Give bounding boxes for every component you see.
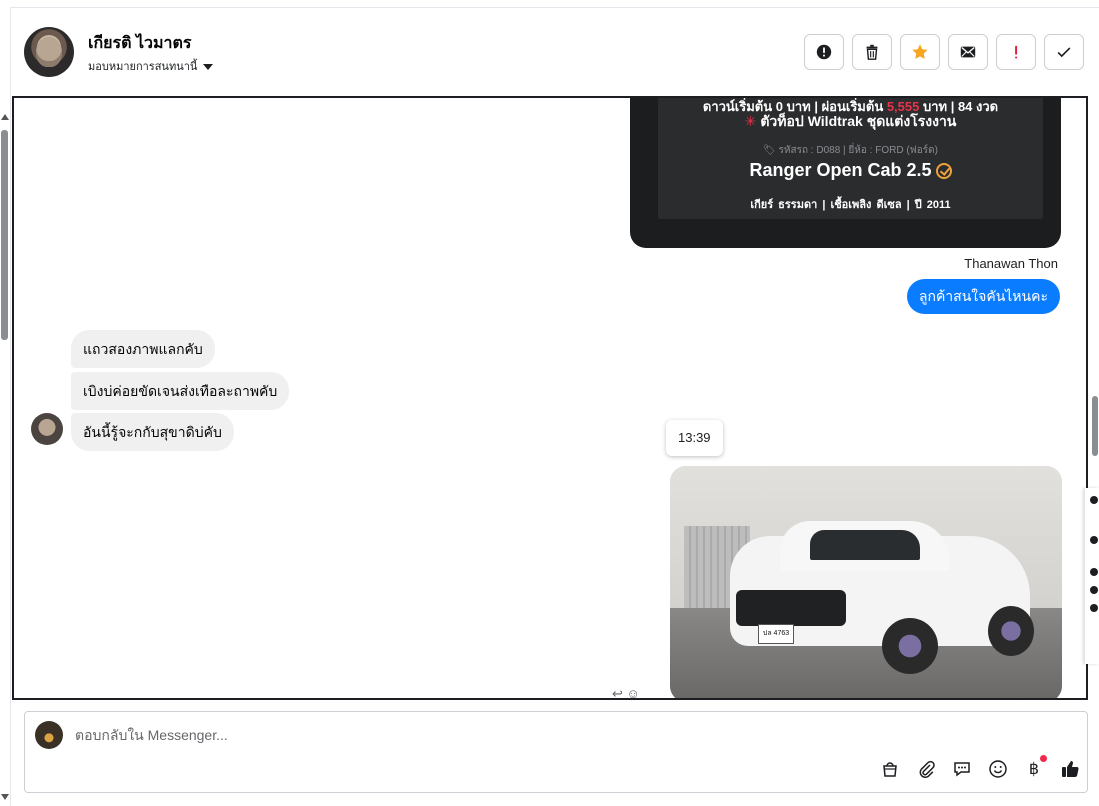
follow-up-button[interactable]: [996, 34, 1036, 70]
mark-unread-button[interactable]: [948, 34, 988, 70]
card-specs-line: เกียร์ ธรรมดา | เชื้อเพลิง ดีเซล | ปี 20…: [750, 199, 951, 211]
caret-down-icon: [203, 63, 214, 70]
car-listing-image[interactable]: ดาวน์เริ่มต้น 0 บาท | ผ่อนเริ่มต้น 5,555…: [630, 98, 1061, 248]
timestamp-tooltip: 13:39: [666, 420, 723, 456]
composer-tools: ฿: [879, 755, 1081, 780]
paperclip-icon: [919, 760, 935, 779]
shop-button[interactable]: [879, 758, 901, 780]
sender-avatar[interactable]: [31, 413, 63, 445]
card-model-text: Ranger Open Cab 2.5: [749, 160, 932, 180]
side-panel-icon[interactable]: [1090, 604, 1098, 612]
license-plate: ปล 4763: [758, 624, 794, 644]
chat-bubble-icon: [954, 762, 970, 777]
incoming-message[interactable]: อันนี้รู้จะกกับสุขาดิบ่คับ: [71, 413, 234, 451]
assign-conversation-dropdown[interactable]: มอบหมายการสนทนานี้: [88, 57, 214, 75]
photo-front-wheel: [882, 618, 938, 674]
photo-truck-grille: [736, 590, 846, 626]
verified-check-icon: [935, 163, 952, 180]
photo-rear-wheel: [988, 606, 1034, 656]
emoji-button[interactable]: [987, 758, 1009, 780]
header-actions: [804, 34, 1084, 70]
payment-button[interactable]: ฿: [1023, 755, 1047, 780]
top-divider: [10, 7, 1099, 8]
assign-label: มอบหมายการสนทนานี้: [88, 61, 198, 73]
left-divider: [10, 7, 11, 806]
page-scroll-down-arrow[interactable]: [1, 794, 9, 800]
baht-icon: ฿: [1028, 761, 1040, 778]
envelope-icon: [960, 46, 976, 58]
check-icon: [1057, 47, 1071, 58]
sender-name: Thanawan Thon: [964, 256, 1058, 271]
card-model-title: Ranger Open Cab 2.5: [658, 160, 1043, 181]
side-panel-icon[interactable]: [1090, 586, 1098, 594]
asterisk-icon: ✳: [744, 113, 757, 129]
incoming-message[interactable]: เบิงบ่ค่อยขัดเจนส่งเทือละถาพคับ: [71, 372, 290, 410]
like-button[interactable]: [1059, 758, 1081, 780]
outgoing-message[interactable]: ลูกค้าสนใจคันไหนคะ: [906, 279, 1060, 314]
smiley-icon: [989, 760, 1007, 778]
contact-avatar[interactable]: [24, 27, 74, 77]
trash-icon: [866, 44, 878, 60]
car-photo[interactable]: ปล 4763: [670, 466, 1062, 698]
reply-composer: ฿: [24, 711, 1088, 793]
delete-button[interactable]: [852, 34, 892, 70]
page-scrollbar-thumb[interactable]: [1, 130, 8, 340]
notification-dot: [1040, 755, 1047, 762]
mark-done-button[interactable]: [1044, 34, 1084, 70]
message-reaction-icons[interactable]: ↩ ☺: [612, 686, 640, 698]
exclamation-icon: [1015, 45, 1018, 59]
thumbs-up-icon: [1062, 761, 1079, 777]
conversation-header: เกียรติ ไวมาตร มอบหมายการสนทนานี้: [24, 24, 1084, 80]
card-code-text: รหัสรถ : D088 | ยี่ห้อ : FORD (ฟอร์ด): [778, 145, 938, 156]
reply-icon[interactable]: ↩: [612, 686, 623, 698]
report-spam-button[interactable]: [804, 34, 844, 70]
side-panel-icon[interactable]: [1090, 536, 1098, 544]
star-icon: [912, 44, 928, 59]
incoming-message[interactable]: แถวสองภาพแลกคับ: [71, 330, 215, 368]
page-scroll-up-arrow[interactable]: [1, 114, 9, 120]
side-panel-icon[interactable]: [1090, 568, 1098, 576]
contact-name[interactable]: เกียรติ ไวมาตร: [88, 31, 192, 56]
alert-circle-icon: [816, 44, 832, 60]
card-code-line: 🏷 รหัสรถ : D088 | ยี่ห้อ : FORD (ฟอร์ด): [658, 143, 1043, 158]
thread-scrollbar-thumb[interactable]: [1092, 396, 1098, 456]
card-trim-text: ตัวท็อป Wildtrak ชุดแต่งโรงงาน: [760, 113, 957, 129]
shopping-bag-icon: [883, 762, 897, 777]
photo-truck-window: [810, 530, 920, 560]
attach-button[interactable]: [915, 758, 937, 780]
side-panel-icon[interactable]: [1090, 496, 1098, 504]
card-trim-line: ✳ ตัวท็อป Wildtrak ชุดแต่งโรงงาน: [658, 111, 1043, 133]
message-thread[interactable]: ดาวน์เริ่มต้น 0 บาท | ผ่อนเริ่มต้น 5,555…: [12, 96, 1088, 700]
tag-icon: 🏷: [763, 145, 779, 156]
saved-replies-button[interactable]: [951, 758, 973, 780]
emoji-reaction-icon[interactable]: ☺: [627, 686, 640, 698]
side-panel-edge[interactable]: [1084, 488, 1099, 664]
star-button[interactable]: [900, 34, 940, 70]
page-avatar: [35, 721, 63, 749]
reply-input[interactable]: [75, 724, 775, 746]
car-listing-panel: ดาวน์เริ่มต้น 0 บาท | ผ่อนเริ่มต้น 5,555…: [658, 98, 1043, 219]
